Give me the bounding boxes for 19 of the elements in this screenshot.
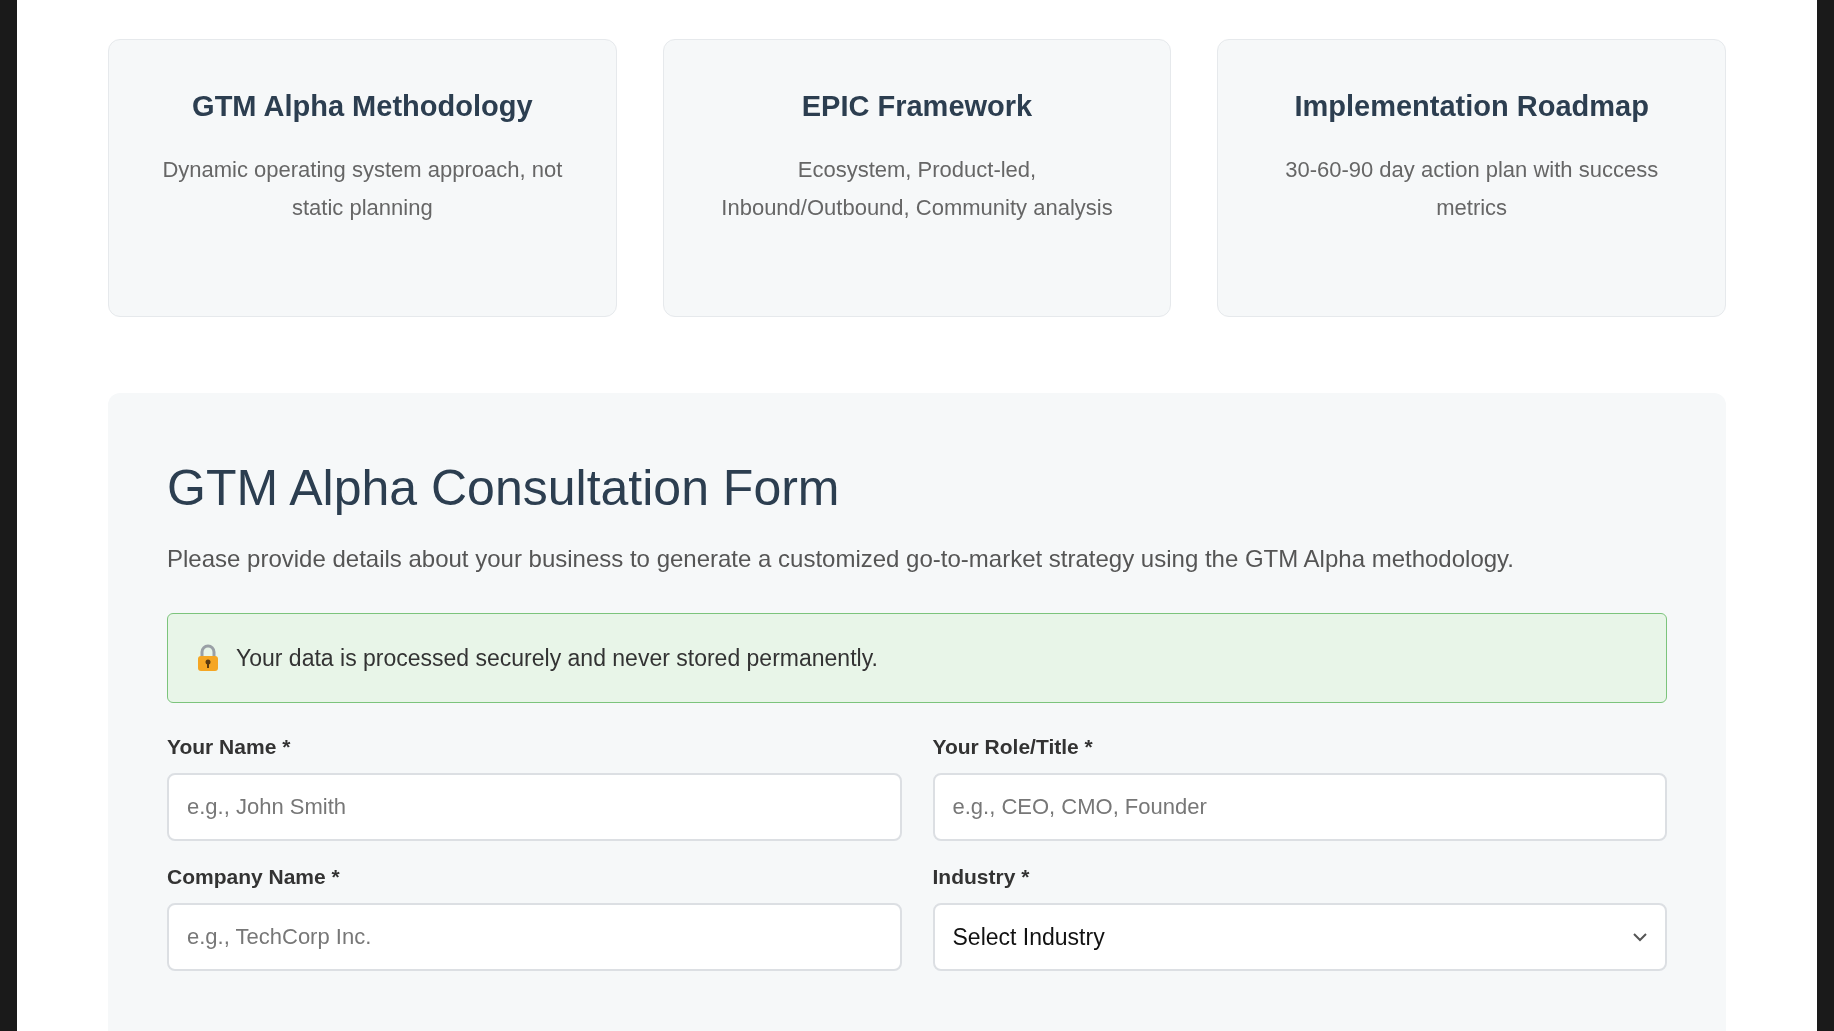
card-title: GTM Alpha Methodology	[191, 90, 534, 123]
field-label: Company Name *	[167, 865, 340, 889]
notice-text: Your data is processed securely and never stored permanently.	[236, 644, 878, 672]
form-title: GTM Alpha Consultation Form	[167, 459, 841, 517]
field-label: Your Name *	[167, 735, 291, 759]
input-field[interactable]: e.g., John Smith	[167, 773, 902, 841]
card-title: Implementation Roadmap	[1293, 90, 1650, 123]
card-description: Ecosystem, Product-led, Inbound/Outbound, Community analysis	[720, 156, 1114, 222]
padlock-icon	[196, 644, 220, 672]
card-description: Dynamic operating system approach, not static planning	[161, 156, 564, 222]
card-description: 30-60-90 day action plan with success metrics	[1284, 156, 1660, 222]
card-title: EPIC Framework	[800, 90, 1034, 123]
input-field[interactable]: e.g., TechCorp Inc.	[167, 903, 902, 971]
form-description: Please provide details about your business to generate a customized go-to-market strategy using the GTM Alpha methodology.	[167, 545, 1515, 573]
select-dropdown[interactable]: Select Industry	[932, 903, 1667, 971]
chevron-down-icon	[1633, 932, 1647, 942]
field-label: Industry *	[932, 865, 1030, 889]
field-label: Your Role/Title *	[932, 735, 1093, 759]
input-field[interactable]: e.g., CEO, CMO, Founder	[932, 773, 1667, 841]
